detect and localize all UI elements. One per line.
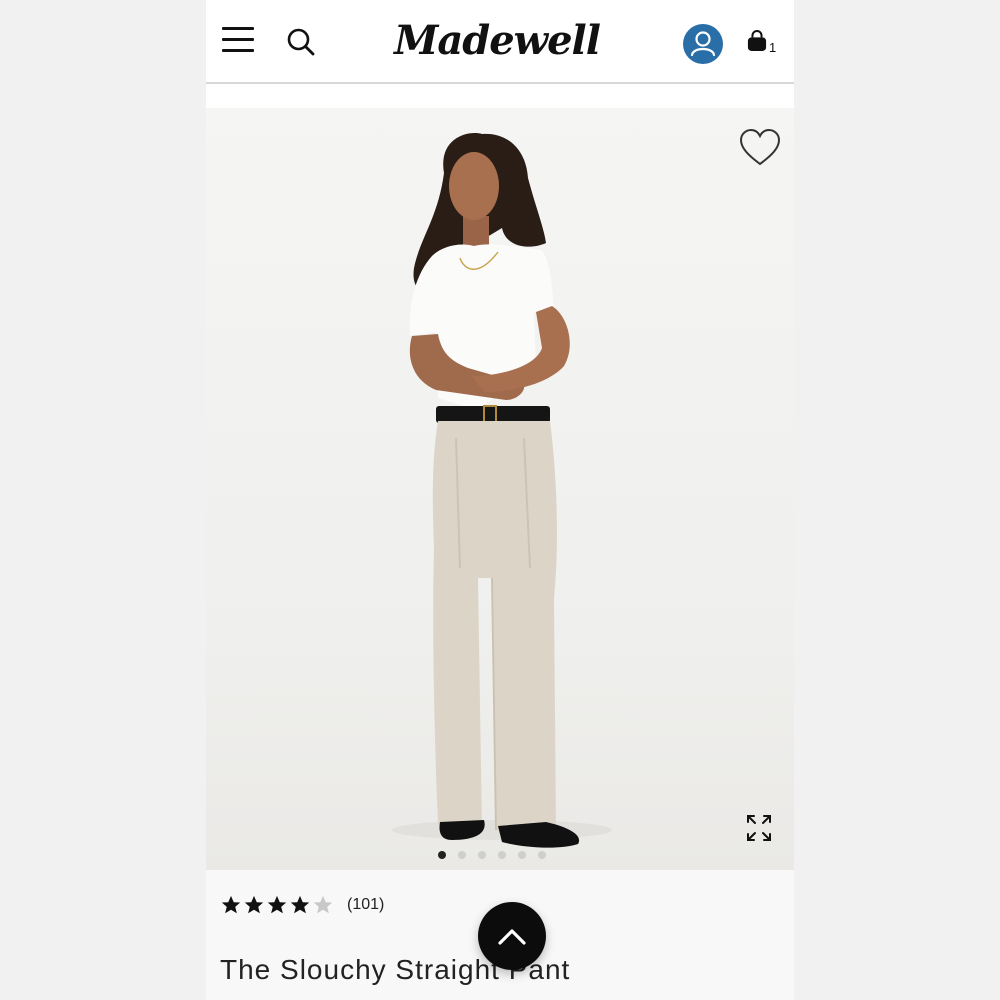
shopping-bag-icon[interactable]: 1 <box>747 30 777 58</box>
star-empty-icon <box>313 895 333 914</box>
star-filled-icon <box>244 895 264 914</box>
product-photo <box>392 133 612 848</box>
expand-arrows-icon[interactable] <box>744 812 774 844</box>
star-filled-icon <box>221 895 241 914</box>
product-image-gallery[interactable] <box>206 108 794 870</box>
heart-outline-icon[interactable] <box>738 128 782 168</box>
carousel-dots <box>438 851 546 859</box>
carousel-dot[interactable] <box>518 851 526 859</box>
star-filled-icon <box>290 895 310 914</box>
user-account-icon[interactable] <box>683 24 723 64</box>
back-to-top-button[interactable] <box>478 902 546 970</box>
carousel-dot[interactable] <box>458 851 466 859</box>
chevron-up-icon <box>498 929 526 945</box>
product-page: Madewell 1 (101) The Slouchy Straight Pa… <box>206 0 794 1000</box>
site-header: Madewell 1 <box>206 0 794 84</box>
search-icon[interactable] <box>286 27 316 57</box>
brand-logo[interactable]: Madewell <box>394 14 601 66</box>
hamburger-menu-icon[interactable] <box>222 27 254 53</box>
bag-count-badge: 1 <box>769 40 777 55</box>
carousel-dot[interactable] <box>538 851 546 859</box>
header-spacer <box>206 84 794 108</box>
review-count[interactable]: (101) <box>347 896 384 914</box>
carousel-dot[interactable] <box>478 851 486 859</box>
carousel-dot[interactable] <box>498 851 506 859</box>
product-rating[interactable]: (101) <box>220 894 384 916</box>
star-filled-icon <box>267 895 287 914</box>
carousel-dot[interactable] <box>438 851 446 859</box>
